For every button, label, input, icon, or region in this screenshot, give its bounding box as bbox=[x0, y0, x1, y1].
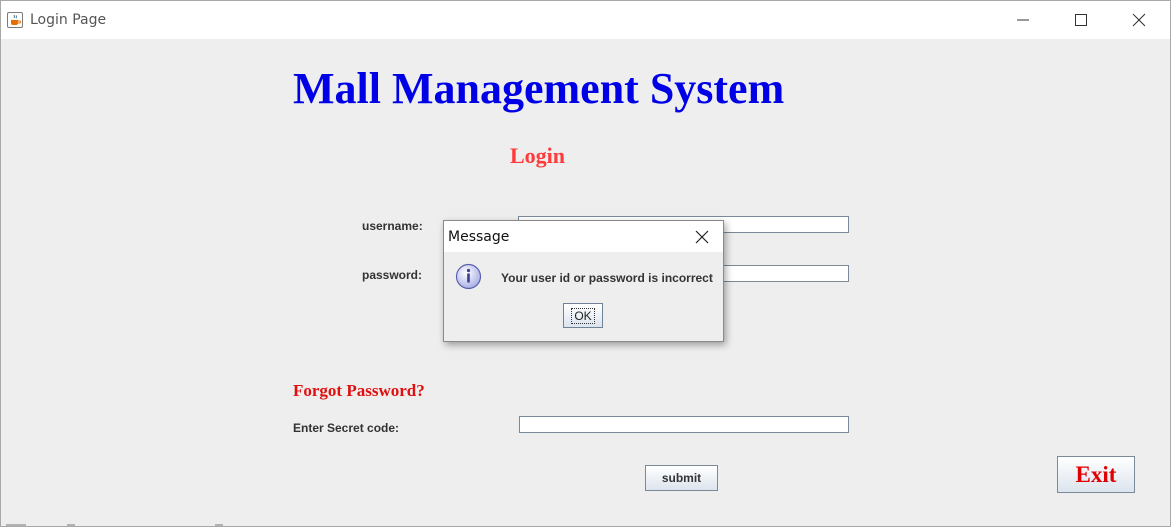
login-heading: Login bbox=[510, 143, 566, 168]
dialog-titlebar[interactable]: Message bbox=[444, 221, 723, 252]
java-cup-icon bbox=[7, 12, 23, 28]
minimize-button[interactable] bbox=[994, 1, 1052, 39]
exit-button[interactable]: Exit bbox=[1057, 456, 1135, 493]
secret-code-label: Enter Secret code: bbox=[293, 421, 400, 435]
window-titlebar[interactable]: Login Page bbox=[1, 1, 1170, 39]
forgot-password-heading: Forgot Password? bbox=[293, 381, 425, 400]
dialog-title: Message bbox=[448, 229, 510, 245]
window-title: Login Page bbox=[30, 12, 107, 28]
close-icon bbox=[1132, 13, 1146, 27]
maximize-button[interactable] bbox=[1052, 1, 1110, 39]
ok-button[interactable]: OK bbox=[563, 303, 603, 328]
dialog-close-button[interactable] bbox=[692, 227, 712, 247]
maximize-icon bbox=[1075, 14, 1087, 26]
page-title: Mall Management System bbox=[293, 64, 785, 113]
message-dialog: Message Your user id or password is inco… bbox=[443, 220, 724, 342]
close-icon bbox=[695, 230, 709, 244]
submit-button[interactable]: submit bbox=[645, 465, 718, 491]
username-label: username: bbox=[362, 219, 423, 233]
ok-button-label: OK bbox=[571, 307, 595, 324]
dialog-message: Your user id or password is incorrect bbox=[501, 271, 713, 285]
password-label: password: bbox=[362, 268, 423, 282]
bottom-edge-marks bbox=[6, 524, 223, 526]
minimize-icon bbox=[1017, 19, 1029, 21]
secret-code-input[interactable] bbox=[519, 416, 849, 433]
login-window: Login Page Mall Management System Login … bbox=[0, 0, 1171, 527]
close-button[interactable] bbox=[1110, 1, 1168, 39]
info-icon bbox=[455, 263, 482, 290]
